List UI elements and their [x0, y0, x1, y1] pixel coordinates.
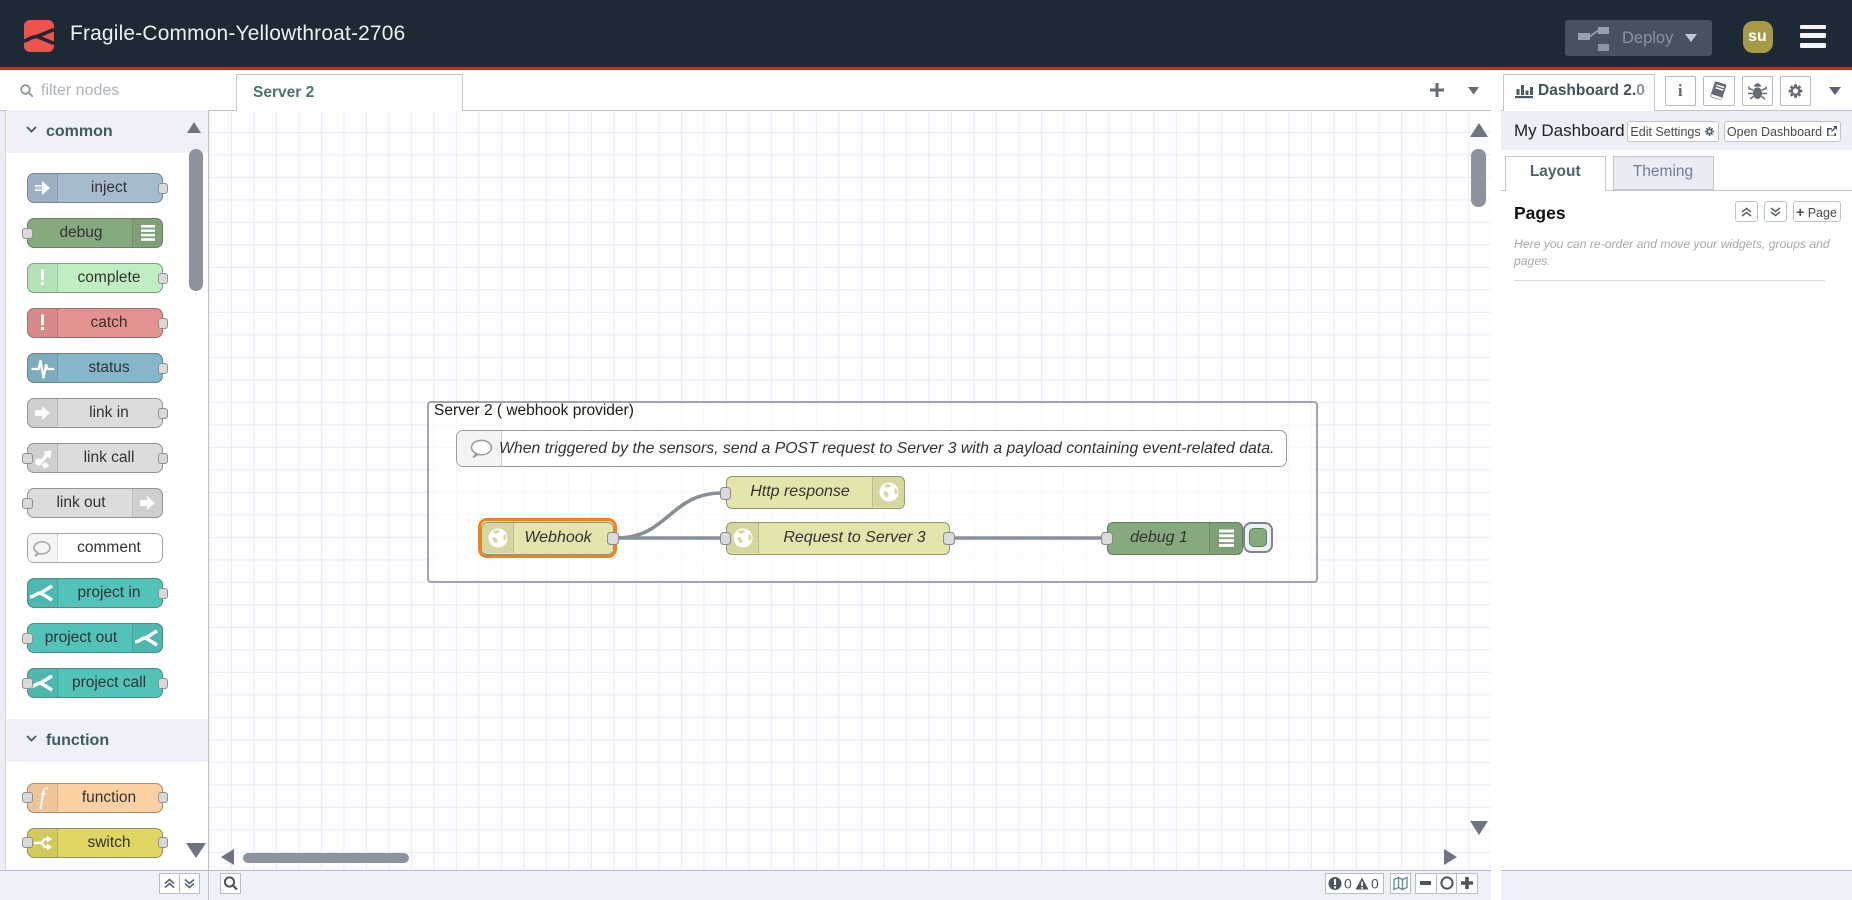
svg-text:0: 0 — [1344, 876, 1352, 892]
svg-text:0: 0 — [1371, 876, 1379, 892]
